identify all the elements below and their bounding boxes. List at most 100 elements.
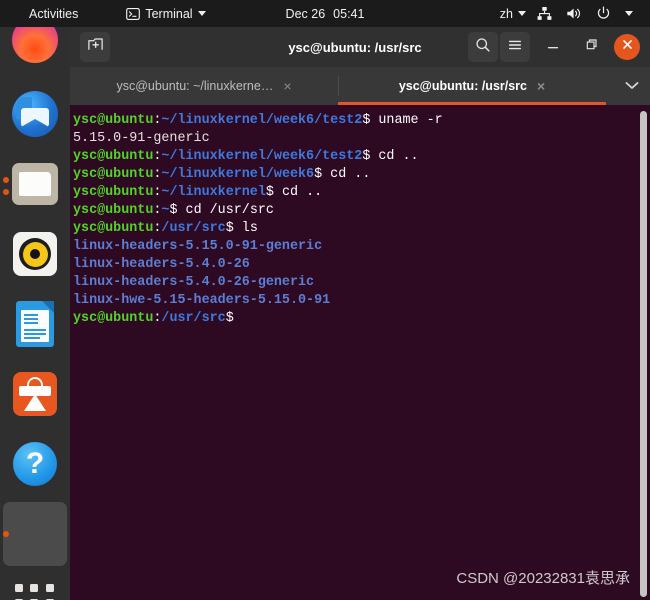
- terminal-prompt-line: ysc@ubuntu:~/linuxkernel/week6$ cd ..: [73, 166, 650, 184]
- running-dot: [3, 177, 9, 183]
- terminal-prompt-line: ysc@ubuntu:~/linuxkernel/week6/test2$ un…: [73, 112, 650, 130]
- csdn-watermark: CSDN @20232831袁思承: [456, 570, 630, 587]
- activities-button[interactable]: Activities: [20, 0, 87, 27]
- terminal-prompt-line: ysc@ubuntu:/usr/src$ ls: [73, 220, 650, 238]
- tab-close-icon[interactable]: ×: [283, 79, 291, 93]
- text-line: [24, 337, 40, 339]
- text-line: [24, 322, 38, 324]
- terminal-output-line: 5.15.0-91-generic: [73, 130, 650, 148]
- search-button[interactable]: [468, 32, 498, 62]
- dock-item-rhythmbox[interactable]: [0, 219, 70, 289]
- close-button[interactable]: [614, 34, 640, 60]
- terminal-command: uname -r: [370, 113, 443, 128]
- dock-item-help[interactable]: ?: [0, 429, 70, 499]
- maximize-button[interactable]: [576, 32, 606, 62]
- window-title-bar: ysc@ubuntu: /usr/src: [70, 27, 650, 67]
- prompt-user: ysc@ubuntu: [73, 185, 154, 200]
- menu-button[interactable]: [500, 32, 530, 62]
- terminal-window: ysc@ubuntu: /usr/src ysc@ubuntu: ~/linux…: [70, 27, 650, 600]
- hamburger-menu-icon: [507, 37, 523, 58]
- prompt-user: ysc@ubuntu: [73, 149, 154, 164]
- terminal-command: cd /usr/src: [177, 203, 274, 218]
- help-icon: ?: [13, 442, 57, 486]
- terminal-command: cd ..: [273, 185, 323, 200]
- directory-name: linux-hwe-5.15-headers-5.15.0-91: [73, 293, 331, 308]
- chevron-down-glyph: [625, 11, 633, 16]
- bag-triangle: [24, 394, 46, 411]
- minimize-button[interactable]: [538, 32, 568, 62]
- terminal-directory-entry: linux-headers-5.4.0-26: [73, 256, 650, 274]
- prompt-path: ~/linuxkernel/week6/test2: [161, 149, 363, 164]
- terminal-prompt-line: ysc@ubuntu:~$ cd /usr/src: [73, 202, 650, 220]
- directory-name: linux-headers-5.4.0-26-generic: [73, 275, 315, 290]
- dock-item-ubuntu-software[interactable]: [0, 359, 70, 429]
- chevron-down-icon: [197, 11, 206, 16]
- close-icon: [621, 38, 634, 56]
- terminal-icon: [126, 7, 141, 21]
- system-tray: zh: [491, 0, 640, 27]
- prompt-user: ysc@ubuntu: [73, 311, 154, 326]
- tab-bar: ysc@ubuntu: ~/linuxkerne… × ysc@ubuntu: …: [70, 67, 650, 105]
- terminal-directory-entry: linux-headers-5.15.0-91-generic: [73, 238, 650, 256]
- language-label: zh: [499, 6, 513, 21]
- rhythmbox-speaker-outer: [19, 238, 51, 270]
- activities-label: Activities: [29, 6, 79, 21]
- tab-separator: [338, 76, 339, 96]
- search-icon: [475, 37, 491, 58]
- terminal-prompt-line: ysc@ubuntu:~/linuxkernel$ cd ..: [73, 184, 650, 202]
- ubuntu-software-icon: [13, 372, 57, 416]
- clock-button[interactable]: Dec 26 05:41: [286, 0, 365, 27]
- chevron-down-icon: [518, 11, 526, 16]
- dock-item-libreoffice-writer[interactable]: [0, 289, 70, 359]
- output-text: 5.15.0-91-generic: [73, 131, 210, 146]
- terminal-directory-entry: linux-hwe-5.15-headers-5.15.0-91: [73, 292, 650, 310]
- directory-name: linux-headers-5.15.0-91-generic: [73, 239, 323, 254]
- text-line: [24, 314, 38, 316]
- tab-label: ysc@ubuntu: ~/linuxkerne…: [116, 79, 274, 93]
- tab-close-icon[interactable]: ×: [537, 79, 545, 93]
- text-line: [24, 329, 46, 331]
- network-wired-icon[interactable]: [530, 0, 559, 27]
- dock-item-firefox[interactable]: [0, 27, 70, 75]
- terminal-lines: ysc@ubuntu:~/linuxkernel/week6/test2$ un…: [73, 112, 650, 328]
- minimize-icon: [545, 37, 561, 58]
- page-body: [21, 310, 49, 342]
- bag-handle: [27, 377, 43, 386]
- window-controls: [468, 27, 642, 67]
- prompt-user: ysc@ubuntu: [73, 113, 154, 128]
- chevron-down-icon[interactable]: [618, 0, 640, 27]
- dock-active-highlight: [3, 502, 67, 566]
- prompt-symbol: $: [314, 167, 323, 182]
- thunderbird-icon: [12, 91, 58, 137]
- tab-usr-src[interactable]: ysc@ubuntu: /usr/src ×: [338, 67, 606, 105]
- files-icon: [12, 163, 58, 205]
- prompt-path: ~/linuxkernel/week6/test2: [161, 113, 363, 128]
- text-line: [24, 318, 38, 320]
- tab-linuxkernel[interactable]: ysc@ubuntu: ~/linuxkerne… ×: [70, 67, 338, 105]
- prompt-path: /usr/src: [161, 311, 226, 326]
- dock-item-files[interactable]: [0, 149, 70, 219]
- dock-item-thunderbird[interactable]: [0, 79, 70, 149]
- prompt-user: ysc@ubuntu: [73, 221, 154, 236]
- app-grid-icon: [15, 584, 55, 600]
- tab-list-dropdown-button[interactable]: [614, 67, 650, 105]
- input-language-indicator[interactable]: zh: [491, 0, 530, 27]
- terminal-scrollbar[interactable]: [640, 111, 647, 597]
- terminal-prompt-line: ysc@ubuntu:~/linuxkernel/week6/test2$ cd…: [73, 148, 650, 166]
- dock-item-terminal[interactable]: >_: [0, 499, 70, 569]
- prompt-symbol: $: [225, 311, 234, 326]
- show-applications-button[interactable]: [0, 569, 70, 600]
- terminal-prompt-line: ysc@ubuntu:/usr/src$: [73, 310, 650, 328]
- app-menu-label: Terminal: [145, 6, 193, 21]
- prompt-user: ysc@ubuntu: [73, 167, 154, 182]
- new-tab-button[interactable]: [80, 32, 110, 62]
- terminal-command: ls: [233, 221, 258, 236]
- volume-icon[interactable]: [559, 0, 589, 27]
- terminal-output-area[interactable]: ysc@ubuntu:~/linuxkernel/week6/test2$ un…: [70, 105, 650, 600]
- app-menu-terminal[interactable]: Terminal: [117, 0, 214, 27]
- tab-label: ysc@ubuntu: /usr/src: [398, 79, 527, 93]
- power-icon[interactable]: [589, 0, 618, 27]
- directory-name: linux-headers-5.4.0-26: [73, 257, 250, 272]
- rhythmbox-icon: [13, 232, 57, 276]
- libreoffice-writer-icon: [16, 301, 54, 347]
